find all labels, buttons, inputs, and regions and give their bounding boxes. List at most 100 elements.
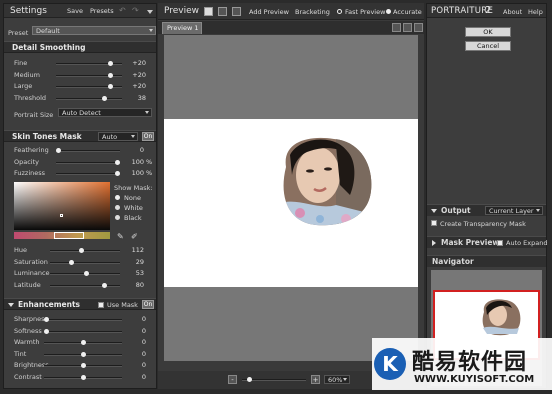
slider-value: 29 [135, 257, 144, 266]
slider-track[interactable] [56, 95, 122, 101]
preview-canvas[interactable] [164, 35, 418, 361]
slider-handle[interactable] [115, 171, 120, 176]
mask-preview-expand-icon[interactable] [432, 240, 436, 246]
slider-handle[interactable] [102, 95, 107, 101]
slider-track[interactable] [56, 61, 122, 66]
slider-handle[interactable] [81, 363, 86, 368]
detail-smoothing-header[interactable]: Detail Smoothing [4, 41, 156, 53]
skin-mode-select[interactable]: Auto [98, 132, 138, 141]
site-watermark: K 酷易软件园 WWW.KUYISOFT.COM [372, 338, 552, 390]
slider-track[interactable] [44, 351, 122, 357]
slider-track[interactable] [44, 363, 122, 368]
enhancements-title: Enhancements [18, 300, 81, 309]
tab-menu-icon[interactable] [414, 23, 423, 32]
fast-preview-radio[interactable] [337, 9, 342, 14]
output-header[interactable]: Output Current Layer [427, 204, 546, 216]
slider-handle[interactable] [56, 148, 61, 153]
tab-scroll-left-icon[interactable] [392, 23, 401, 32]
preset-select[interactable]: Default [32, 26, 156, 35]
mask-preview-header[interactable]: Mask Preview Auto Expand [427, 236, 548, 248]
output-value: Current Layer [489, 207, 534, 215]
zoom-slider[interactable] [242, 377, 306, 382]
enhancements-header[interactable]: Enhancements Use Mask On [4, 298, 156, 310]
zoom-out-icon[interactable]: - [228, 375, 237, 384]
enhancements-on-button[interactable]: On [142, 300, 154, 309]
slider-track[interactable] [56, 84, 122, 89]
bracketing-button[interactable]: Bracketing [295, 8, 330, 16]
slider-handle[interactable] [84, 271, 89, 276]
save-button[interactable]: Save [67, 7, 83, 15]
skin-hue-strip[interactable] [14, 232, 110, 239]
eyedropper-remove-icon[interactable]: ✐ [131, 232, 138, 241]
slider-handle[interactable] [108, 72, 113, 78]
single-view-icon[interactable] [204, 7, 213, 16]
skin-color-marker[interactable] [60, 214, 63, 217]
slider-handle[interactable] [81, 340, 86, 345]
preview-panel: Preview Add Preview Bracketing Fast Prev… [158, 3, 424, 389]
slider-track[interactable] [56, 148, 120, 153]
help-button[interactable]: Help [528, 8, 543, 16]
zoom-in-icon[interactable]: + [311, 375, 320, 384]
zoom-slider-handle[interactable] [247, 377, 252, 382]
add-preview-button[interactable]: Add Preview [249, 8, 289, 16]
undo-icon[interactable]: ↶ [119, 6, 126, 15]
skin-color-field[interactable] [14, 182, 110, 230]
settings-title: Settings [10, 6, 47, 16]
enhancements-collapse-icon[interactable] [8, 303, 14, 307]
zoom-select[interactable]: 60% [324, 375, 350, 384]
slider-handle[interactable] [81, 374, 86, 380]
output-collapse-icon[interactable] [431, 209, 437, 213]
skin-on-button[interactable]: On [142, 132, 154, 141]
portrait-size-select[interactable]: Auto Detect [58, 108, 152, 117]
mask-preview-title: Mask Preview [441, 238, 500, 247]
split-view-icon[interactable] [218, 7, 227, 16]
slider-track[interactable] [44, 374, 122, 380]
presets-button[interactable]: Presets [90, 7, 114, 15]
slider-track[interactable] [50, 282, 120, 288]
slider-handle[interactable] [108, 84, 113, 89]
about-button[interactable]: About [503, 8, 522, 16]
skin-tones-mask-header[interactable]: Skin Tones Mask Auto On [4, 130, 156, 142]
auto-expand-checkbox[interactable] [497, 240, 503, 246]
eyedropper-icon[interactable]: ✎ [117, 232, 124, 241]
slider-track[interactable] [44, 317, 122, 322]
slider-handle[interactable] [44, 328, 49, 334]
slider-track[interactable] [44, 340, 122, 345]
accurate-radio[interactable] [386, 9, 391, 14]
cancel-button[interactable]: Cancel [465, 41, 511, 51]
slider-handle[interactable] [79, 248, 84, 253]
skin-hue-range[interactable] [54, 232, 84, 239]
redo-icon[interactable]: ↷ [132, 6, 139, 15]
slider-handle[interactable] [102, 282, 107, 288]
slider-track[interactable] [50, 271, 120, 276]
tab-scroll-right-icon[interactable] [403, 23, 412, 32]
slider-track[interactable] [56, 72, 122, 78]
output-select[interactable]: Current Layer [485, 206, 543, 215]
side-by-side-view-icon[interactable] [232, 7, 241, 16]
auto-expand-label: Auto Expand [506, 239, 548, 247]
settings-menu-icon[interactable] [147, 10, 153, 14]
show-mask-option-label: Black [124, 214, 142, 222]
slider-track[interactable] [56, 159, 120, 165]
slider-track[interactable] [50, 248, 120, 253]
navigator-title: Navigator [432, 257, 474, 266]
slider-track[interactable] [50, 259, 120, 265]
show-mask-radio[interactable] [115, 195, 120, 200]
slider-handle[interactable] [115, 159, 120, 165]
slider-track[interactable] [56, 171, 120, 176]
slider-label: Fine [14, 59, 28, 67]
slider-handle[interactable] [108, 61, 113, 66]
transparency-mask-checkbox[interactable] [431, 220, 437, 226]
slider-value: +20 [132, 70, 146, 79]
slider-handle[interactable] [69, 259, 74, 265]
ok-button[interactable]: OK [465, 27, 511, 37]
tab-preview-1[interactable]: Preview 1 [162, 22, 202, 34]
show-mask-radio[interactable] [115, 215, 120, 220]
slider-track[interactable] [44, 328, 122, 334]
use-mask-checkbox[interactable] [98, 302, 104, 308]
slider-handle[interactable] [81, 351, 86, 357]
slider-label: Feathering [14, 146, 49, 154]
show-mask-radio[interactable] [115, 205, 120, 210]
slider-value: 100 [131, 169, 144, 177]
slider-handle[interactable] [44, 317, 49, 322]
